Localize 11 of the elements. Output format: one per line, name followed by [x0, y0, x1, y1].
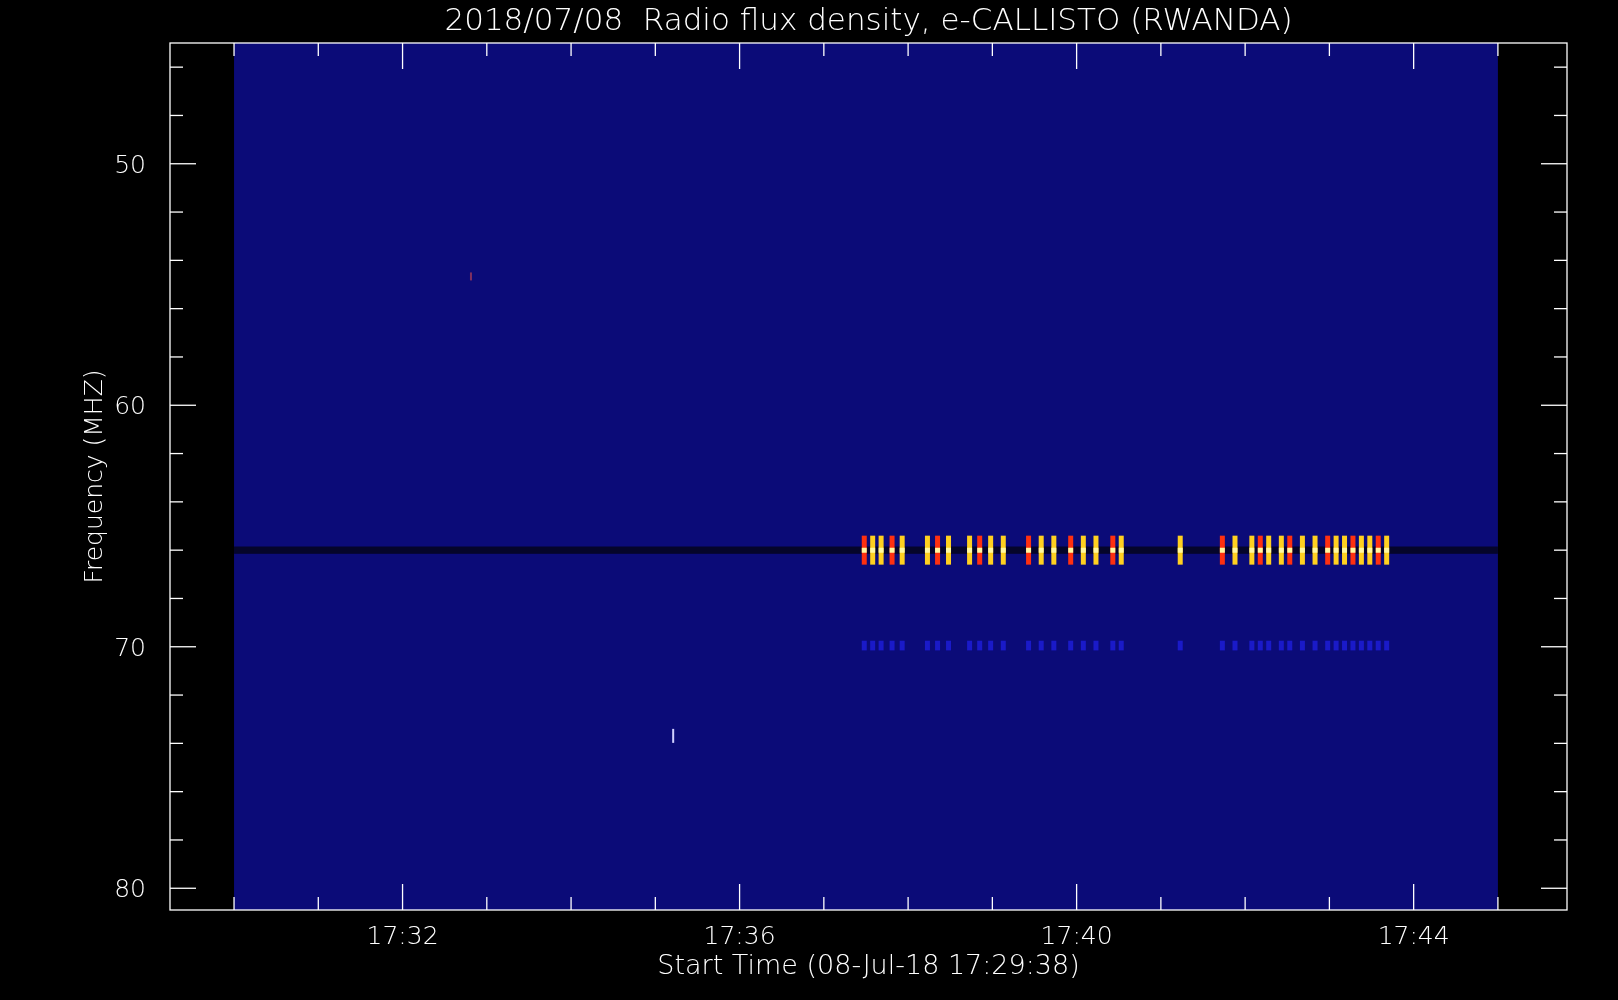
- y-axis-label: Frequency (MHZ): [79, 369, 108, 584]
- chart-title: 2018/07/08 Radio flux density, e-CALLISTO (RWANDA): [444, 1, 1293, 37]
- x-tick-label: 17:32: [366, 921, 439, 950]
- y-tick-label: 70: [114, 632, 146, 662]
- y-tick-label: 60: [114, 391, 146, 421]
- y-tick-label: 50: [114, 149, 146, 179]
- x-axis-label: Start Time (08-Jul-18 17:29:38): [657, 949, 1080, 980]
- x-tick-label: 17:44: [1377, 921, 1450, 950]
- x-tick-label: 17:36: [703, 921, 776, 950]
- x-tick-label: 17:40: [1040, 921, 1113, 950]
- y-tick-label: 80: [114, 874, 146, 904]
